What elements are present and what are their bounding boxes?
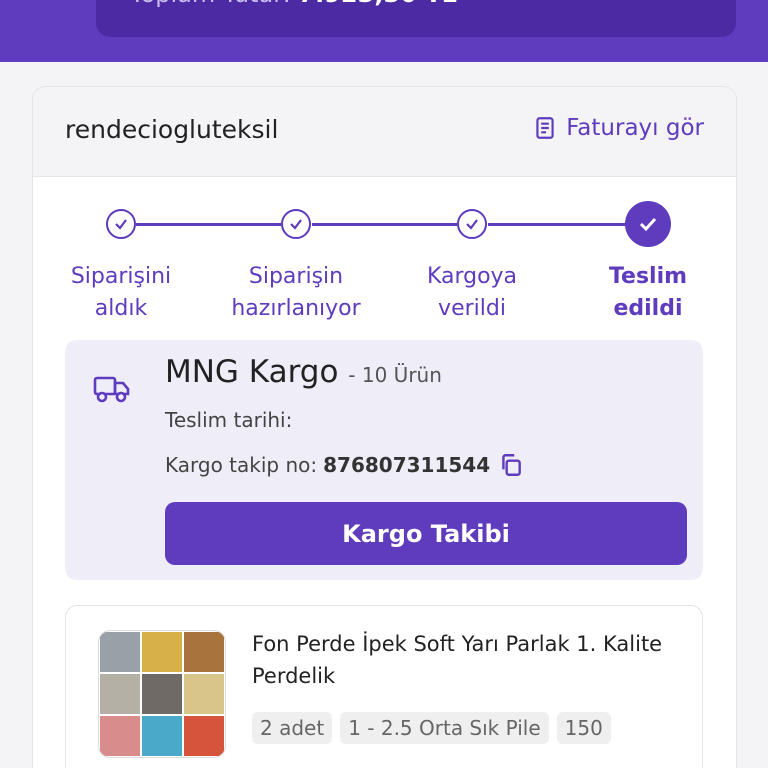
step-2-label: Siparişin hazırlanıyor: [231, 264, 361, 321]
order-progress-tracker: Siparişini aldık Siparişin hazırlanıyor …: [33, 177, 736, 327]
size-chip: 150: [556, 712, 611, 744]
step-3-check-icon: [457, 209, 487, 239]
product-title[interactable]: Fon Perde İpek Soft Yarı Parlak 1. Kalit…: [252, 628, 672, 692]
progress-line-1: [136, 223, 281, 226]
pleat-option-chip: 1 - 2.5 Orta Sık Pile: [340, 712, 549, 744]
step-1-label: Siparişini aldık: [70, 264, 172, 321]
tracking-info: Kargo takip no: 876807311544: [165, 452, 524, 478]
top-summary-band: Toplam Tutar: 7.923,30 TL: [0, 0, 768, 62]
delivery-date-label: Teslim tarihi:: [165, 408, 293, 432]
shipment-item-count: - 10 Ürün: [348, 363, 442, 387]
product-thumbnail[interactable]: [98, 630, 226, 758]
copy-icon[interactable]: [498, 452, 524, 478]
step-2-check-icon: [281, 209, 311, 239]
carrier-name: MNG Kargo - 10 Ürün: [165, 354, 442, 390]
total-label: Toplam Tutar:: [130, 0, 291, 8]
total-amount: 7.923,30 TL: [298, 0, 456, 8]
order-card: rendeciogluteksil Faturayı gör Siparişin…: [32, 86, 737, 768]
progress-line-2: [312, 223, 457, 226]
tracking-number: 876807311544: [323, 453, 491, 477]
step-3-label: Kargoya verildi: [426, 264, 518, 321]
view-invoice-link[interactable]: Faturayı gör: [532, 115, 704, 141]
product-attributes: 2 adet 1 - 2.5 Orta Sık Pile 150: [252, 712, 611, 744]
truck-icon: [93, 376, 130, 403]
view-invoice-label: Faturayı gör: [566, 115, 704, 141]
document-icon: [536, 117, 554, 139]
seller-name: rendeciogluteksil: [65, 115, 279, 144]
step-4-check-icon: [625, 201, 671, 247]
order-item-card[interactable]: Fon Perde İpek Soft Yarı Parlak 1. Kalit…: [65, 605, 703, 768]
tracking-label: Kargo takip no:: [165, 453, 318, 477]
order-card-header: rendeciogluteksil Faturayı gör: [33, 87, 736, 177]
shipment-info-box: MNG Kargo - 10 Ürün Teslim tarihi: Kargo…: [65, 340, 703, 580]
track-shipment-button[interactable]: Kargo Takibi: [165, 502, 687, 565]
step-4-label: Teslim edildi: [608, 264, 688, 321]
progress-line-3: [488, 223, 628, 226]
total-amount-text: Toplam Tutar: 7.923,30 TL: [130, 0, 457, 8]
quantity-chip: 2 adet: [252, 712, 333, 744]
step-1-check-icon: [106, 209, 136, 239]
total-summary-box: Toplam Tutar: 7.923,30 TL: [96, 0, 736, 37]
